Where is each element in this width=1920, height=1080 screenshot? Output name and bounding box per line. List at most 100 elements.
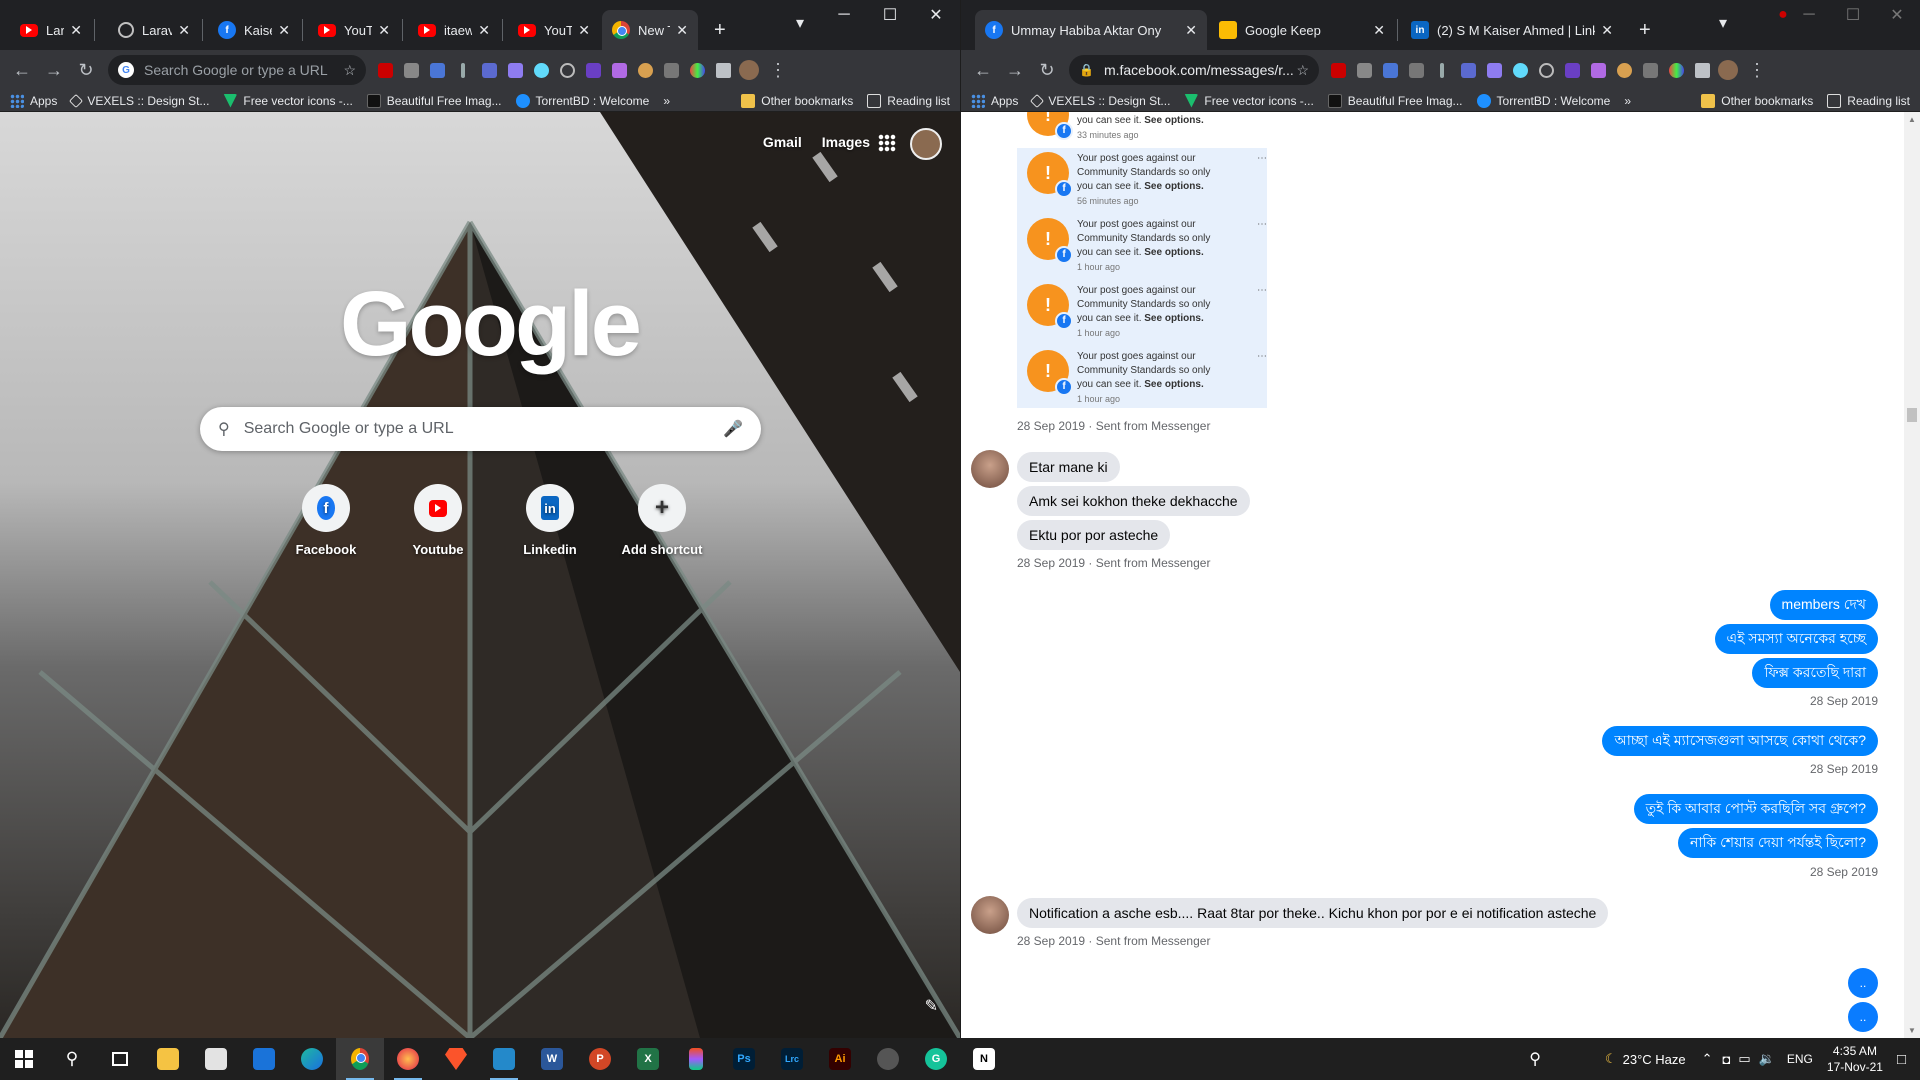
minimize-button[interactable]: ─ [822,0,866,30]
weather-text[interactable]: 23°C Haze [1623,1052,1686,1067]
forward-icon[interactable]: → [999,54,1031,86]
account-avatar[interactable] [910,128,942,160]
message-bubble-incoming[interactable]: Ektu por por asteche [1017,520,1171,550]
screenshot-icon[interactable] [398,57,424,83]
close-icon[interactable]: ✕ [1185,22,1197,39]
reading-list[interactable]: Reading list [1827,93,1910,108]
translate-icon[interactable] [1377,57,1403,83]
extension-violet-icon[interactable] [606,57,632,83]
lightroom-classic-icon[interactable]: Lrc [768,1038,816,1080]
tab-new-tab[interactable]: New Tab✕ [602,10,698,50]
extension-purple-icon[interactable] [580,57,606,83]
more-dots-icon[interactable]: ⋯ [1257,218,1267,232]
tab-itaewon[interactable]: itaewon✕ [408,10,500,50]
close-icon[interactable]: ✕ [676,22,688,39]
scroll-down-arrow-icon[interactable]: ▼ [1908,1026,1916,1035]
scrollbar-thumb[interactable] [1907,408,1917,422]
translate-icon[interactable] [424,57,450,83]
close-icon[interactable]: ✕ [378,22,390,39]
powerpoint-icon[interactable]: P [576,1038,624,1080]
excel-icon[interactable]: X [624,1038,672,1080]
extensions-puzzle-icon[interactable] [710,57,736,83]
message-bubble-incoming[interactable]: Notification a asche esb.... Raat 8tar p… [1017,898,1609,928]
add-shortcut[interactable]: + Add shortcut [606,484,718,557]
bookmark-free-vector-icons[interactable]: Free vector icons -... [1184,93,1314,108]
notifications-icon[interactable]: □ [1897,1051,1906,1068]
extension-color-icon[interactable] [684,57,710,83]
message-bubble-outgoing[interactable]: members দেখ [1769,590,1878,620]
profile-avatar[interactable] [1715,57,1741,83]
fonts-ninja-icon[interactable] [1403,57,1429,83]
tab-kaiser[interactable]: fKaiser✕ [208,10,300,50]
bookmark-beautiful-free-images[interactable]: Beautiful Free Imag... [366,93,502,108]
profile-avatar[interactable] [736,57,762,83]
brave-icon[interactable] [432,1038,480,1080]
extension-color-icon[interactable] [1663,57,1689,83]
bookmark-vexels[interactable]: VEXELS :: Design St... [1030,93,1170,108]
react-devtools-icon[interactable] [1507,57,1533,83]
google-apps-icon[interactable] [878,134,896,152]
chrome-icon[interactable] [336,1038,384,1080]
see-options-link[interactable]: See options. [1144,379,1203,390]
close-icon[interactable]: ✕ [1373,22,1385,39]
firefox-icon[interactable] [384,1038,432,1080]
microphone-icon[interactable]: 🎤 [723,419,743,439]
maximize-button[interactable]: ☐ [1831,0,1875,30]
figma-icon[interactable] [672,1038,720,1080]
omnibox[interactable]: G Search Google or type a URL ☆ [108,55,366,85]
bookmark-vexels[interactable]: VEXELS :: Design St... [69,93,209,108]
extension-eyes-icon[interactable] [1611,57,1637,83]
ublock-icon[interactable] [372,57,398,83]
see-options-link[interactable]: See options. [1144,313,1203,324]
grammarly-icon[interactable]: G [912,1038,960,1080]
menu-kebab-icon[interactable]: ⋮ [1741,54,1773,86]
new-tab-button[interactable]: + [704,10,740,50]
close-icon[interactable]: ✕ [578,22,590,39]
tab-search-icon[interactable]: ▾ [1701,8,1745,38]
extension-check-icon[interactable] [1481,57,1507,83]
more-dots-icon[interactable]: ⋯ [1257,284,1267,298]
target-icon[interactable] [1533,57,1559,83]
shortcut-facebook[interactable]: f Facebook [270,484,382,557]
windows-start-icon[interactable] [0,1038,48,1080]
network-icon[interactable]: ▭ [1738,1051,1750,1067]
back-icon[interactable]: ← [6,54,38,86]
extension-camera-icon[interactable] [1637,57,1663,83]
message-bubble-outgoing[interactable]: আচ্ছা এই ম্যাসেজগুলা আসছে কোথা থেকে? [1602,726,1878,756]
tab-messenger[interactable]: f Ummay Habiba Aktar Ony ✕ [975,10,1207,50]
message-bubble-outgoing[interactable]: নাকি শেয়ার দেয়া পর্যন্তই ছিলো? [1678,828,1878,858]
clock[interactable]: 4:35 AM 17-Nov-21 [1827,1043,1883,1075]
language-indicator[interactable]: ENG [1787,1052,1813,1066]
close-window-button[interactable]: ✕ [1875,0,1919,30]
close-icon[interactable]: ✕ [70,22,82,39]
extension-check-icon[interactable] [502,57,528,83]
extension-eyes-icon[interactable] [632,57,658,83]
more-dots-icon[interactable]: ⋯ [1257,152,1267,166]
message-bubble-incoming[interactable]: Amk sei kokhon theke dekhacche [1017,486,1250,516]
customize-pencil-icon[interactable]: ✎ [925,996,938,1016]
screenshot-icon[interactable] [1351,57,1377,83]
close-icon[interactable]: ✕ [178,22,190,39]
close-window-button[interactable]: ✕ [914,0,958,30]
mail-icon[interactable] [240,1038,288,1080]
minimize-button[interactable]: ─ [1787,0,1831,30]
bookmark-torrentbd[interactable]: TorrentBD : Welcome [515,93,649,108]
tab-linkedin[interactable]: in(2) S M Kaiser Ahmed | LinkedIn✕ [1401,10,1623,50]
forward-icon[interactable]: → [38,54,70,86]
extension-purple-icon[interactable] [1559,57,1585,83]
react-devtools-icon[interactable] [528,57,554,83]
file-explorer-icon[interactable] [144,1038,192,1080]
images-link[interactable]: Images [822,134,870,150]
close-icon[interactable]: ✕ [1601,22,1613,39]
pen-icon[interactable] [450,57,476,83]
menu-kebab-icon[interactable]: ⋮ [762,54,794,86]
message-bubble-outgoing[interactable]: ফিক্স করতেছি দারা [1752,658,1878,688]
extension-blue-icon[interactable] [1455,57,1481,83]
word-icon[interactable]: W [528,1038,576,1080]
message-bubble-incoming[interactable]: Etar mane ki [1017,452,1120,482]
edge-icon[interactable] [288,1038,336,1080]
shortcut-linkedin[interactable]: in Linkedin [494,484,606,557]
reload-icon[interactable]: ↻ [1031,54,1063,86]
tab-youtube-1[interactable]: YouTube✕ [308,10,400,50]
scroll-up-arrow-icon[interactable]: ▲ [1908,115,1916,124]
